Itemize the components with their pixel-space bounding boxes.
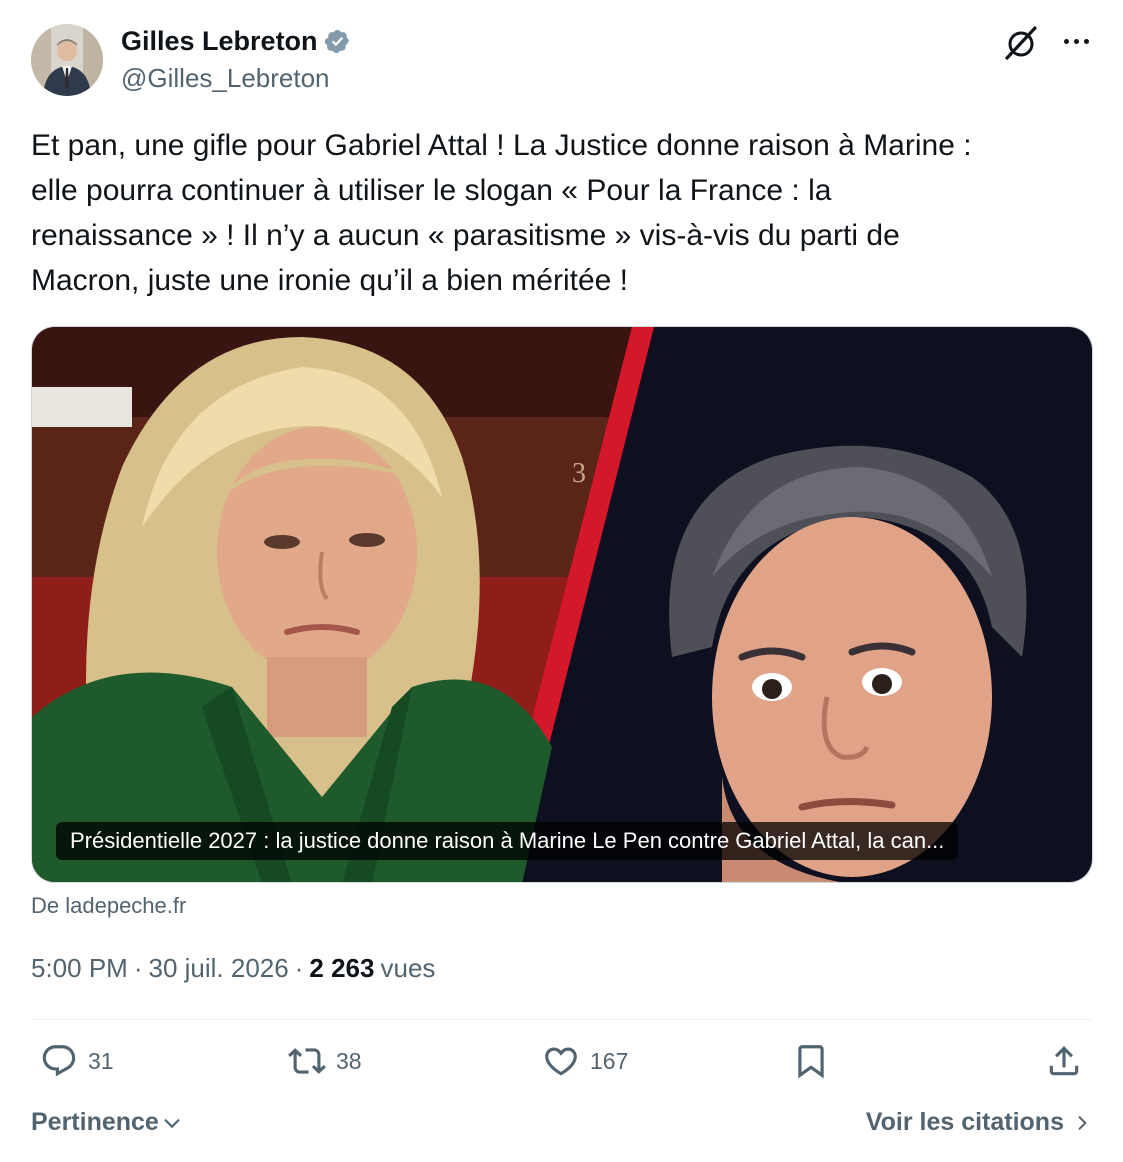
chevron-right-icon: [1078, 1115, 1087, 1130]
tweet-time[interactable]: 5:00 PM: [31, 953, 128, 984]
tweet-header: Gilles Lebreton @Gilles_Lebreton: [31, 24, 1092, 100]
grok-icon[interactable]: [1002, 24, 1040, 62]
action-bar: 31 38 167: [40, 1042, 1083, 1090]
meta-separator-2: ·: [294, 953, 304, 983]
bookmark-icon: [798, 1045, 824, 1079]
author-name[interactable]: Gilles Lebreton: [121, 26, 318, 57]
share-icon: [1049, 1046, 1079, 1076]
sort-dropdown[interactable]: Pertinence: [31, 1108, 183, 1137]
views-label: vues: [380, 953, 436, 983]
like-count: 167: [590, 1047, 629, 1074]
more-icon[interactable]: [1060, 34, 1092, 48]
card-source[interactable]: De ladepeche.fr: [31, 893, 186, 919]
tweet-meta: 5:00 PM · 30 juil. 2026 · 2 263 vues: [31, 953, 435, 984]
like-icon: [545, 1047, 577, 1076]
author-handle[interactable]: @Gilles_Lebreton: [121, 63, 351, 94]
reply-icon: [42, 1045, 76, 1077]
reply-button[interactable]: 31: [40, 1042, 114, 1080]
bookmark-button[interactable]: [792, 1042, 830, 1080]
card-image: 3: [32, 327, 1092, 882]
author-block: Gilles Lebreton @Gilles_Lebreton: [121, 26, 351, 94]
svg-text:3: 3: [572, 458, 586, 489]
like-button[interactable]: 167: [542, 1042, 628, 1080]
share-button[interactable]: [1045, 1042, 1083, 1080]
view-quotes-link[interactable]: Voir les citations: [866, 1108, 1092, 1137]
avatar-image: [31, 24, 103, 96]
quotes-label: Voir les citations: [865, 1108, 1064, 1136]
verified-badge-icon[interactable]: [324, 28, 351, 55]
repost-icon: [288, 1048, 326, 1074]
repost-count: 38: [336, 1047, 362, 1074]
tweet-text: Et pan, une gifle pour Gabriel Attal ! L…: [31, 129, 972, 297]
repost-button[interactable]: 38: [288, 1042, 362, 1080]
replies-footer: Pertinence Voir les citations: [31, 1104, 1092, 1144]
sort-label: Pertinence: [31, 1108, 159, 1136]
chevron-down-icon: [164, 1118, 180, 1128]
name-row: Gilles Lebreton: [121, 26, 351, 57]
card-caption[interactable]: Présidentielle 2027 : la justice donne r…: [56, 822, 959, 860]
divider: [31, 1019, 1092, 1020]
meta-separator: ·: [133, 953, 143, 983]
link-card[interactable]: 3 Présidentielle 2027 : la justice donne…: [31, 326, 1093, 883]
avatar[interactable]: [31, 24, 103, 96]
tweet-date[interactable]: 30 juil. 2026: [149, 953, 289, 984]
reply-count: 31: [88, 1047, 114, 1074]
views-count: 2 263: [309, 953, 375, 983]
